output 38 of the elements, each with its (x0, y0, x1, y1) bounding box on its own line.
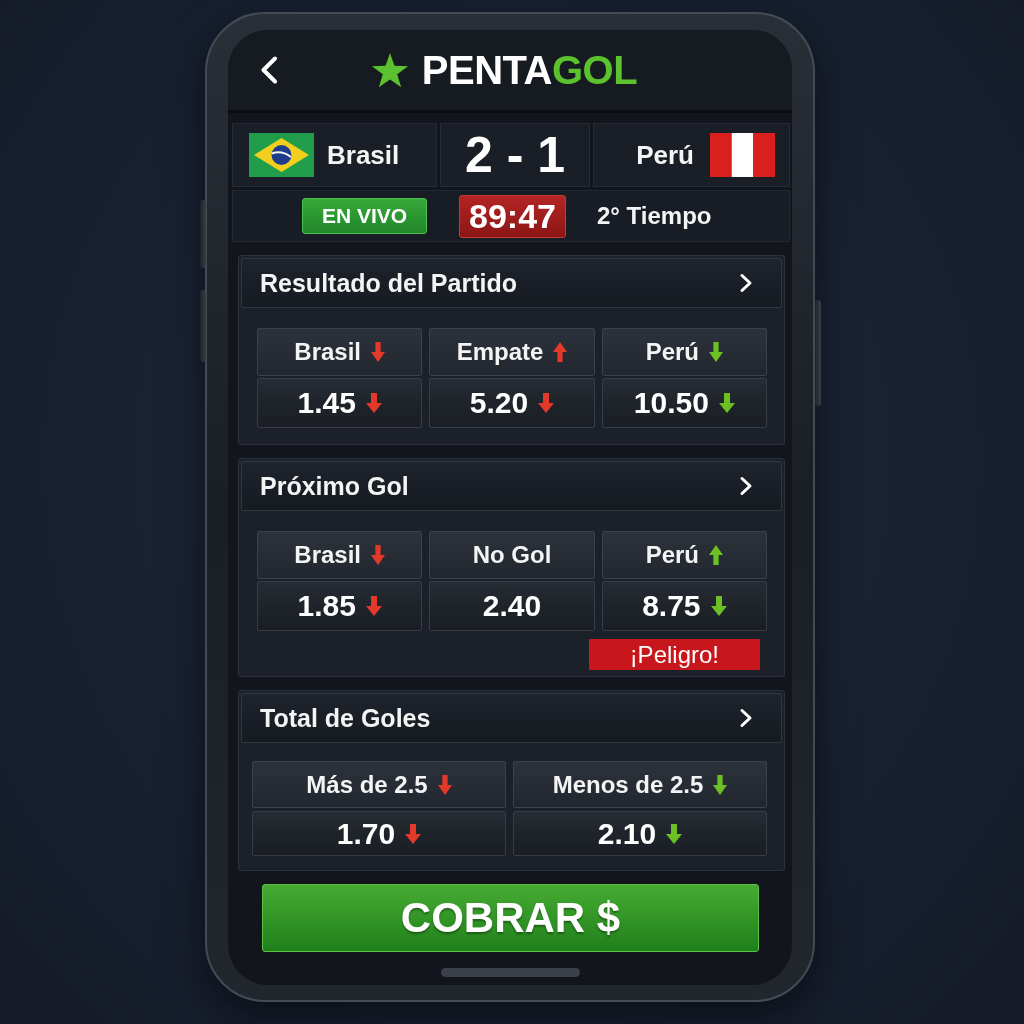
selection-name: Empate (456, 338, 544, 366)
odds-button[interactable]: 8.75 (601, 581, 767, 631)
market-header[interactable]: Resultado del Partido (241, 258, 782, 308)
odds-button[interactable]: 2.10 (513, 811, 767, 856)
match-clock: 89:47 (459, 194, 566, 238)
selection-name: Más de 2.5 (306, 770, 428, 799)
live-badge: EN VIVO (302, 198, 427, 234)
market-header[interactable]: Próximo Gol (241, 461, 782, 511)
odds-button[interactable]: 2.40 (429, 581, 595, 631)
flag-icon (710, 133, 775, 177)
odds-button[interactable]: 1.70 (252, 811, 506, 856)
chevron-right-icon (739, 476, 753, 496)
selection-name: No Gol (472, 541, 552, 569)
selection-name: Brasil (294, 338, 361, 366)
side-button[interactable] (200, 200, 206, 268)
flag-icon (249, 133, 314, 177)
odds-button[interactable]: 1.85 (257, 581, 423, 631)
danger-badge: ¡Peligro! (588, 639, 760, 670)
selection-name: Perú (645, 541, 699, 569)
chevron-right-icon (739, 708, 753, 728)
selection-name: Brasil (294, 541, 361, 569)
back-icon[interactable] (259, 56, 279, 84)
odds-button[interactable]: 10.50 (601, 378, 767, 428)
cashout-button[interactable]: COBRAR $ (262, 884, 759, 952)
market-header[interactable]: Total de Goles (241, 693, 782, 743)
team-name: Brasil (327, 139, 400, 171)
match-score: 2 - 1 (440, 123, 590, 187)
selection-name: Menos de 2.5 (552, 770, 704, 799)
side-button[interactable] (200, 290, 206, 362)
star-icon (370, 52, 409, 88)
match-period: 2° Tiempo (597, 202, 712, 230)
chevron-right-icon (739, 273, 753, 293)
odds-button[interactable]: 1.45 (257, 378, 423, 428)
side-button[interactable] (815, 300, 821, 406)
logo-text: PENTAGOL (421, 47, 638, 93)
team-name: Perú (636, 139, 694, 171)
odds-button[interactable]: 5.20 (429, 378, 595, 428)
selection-name: Perú (645, 338, 699, 366)
